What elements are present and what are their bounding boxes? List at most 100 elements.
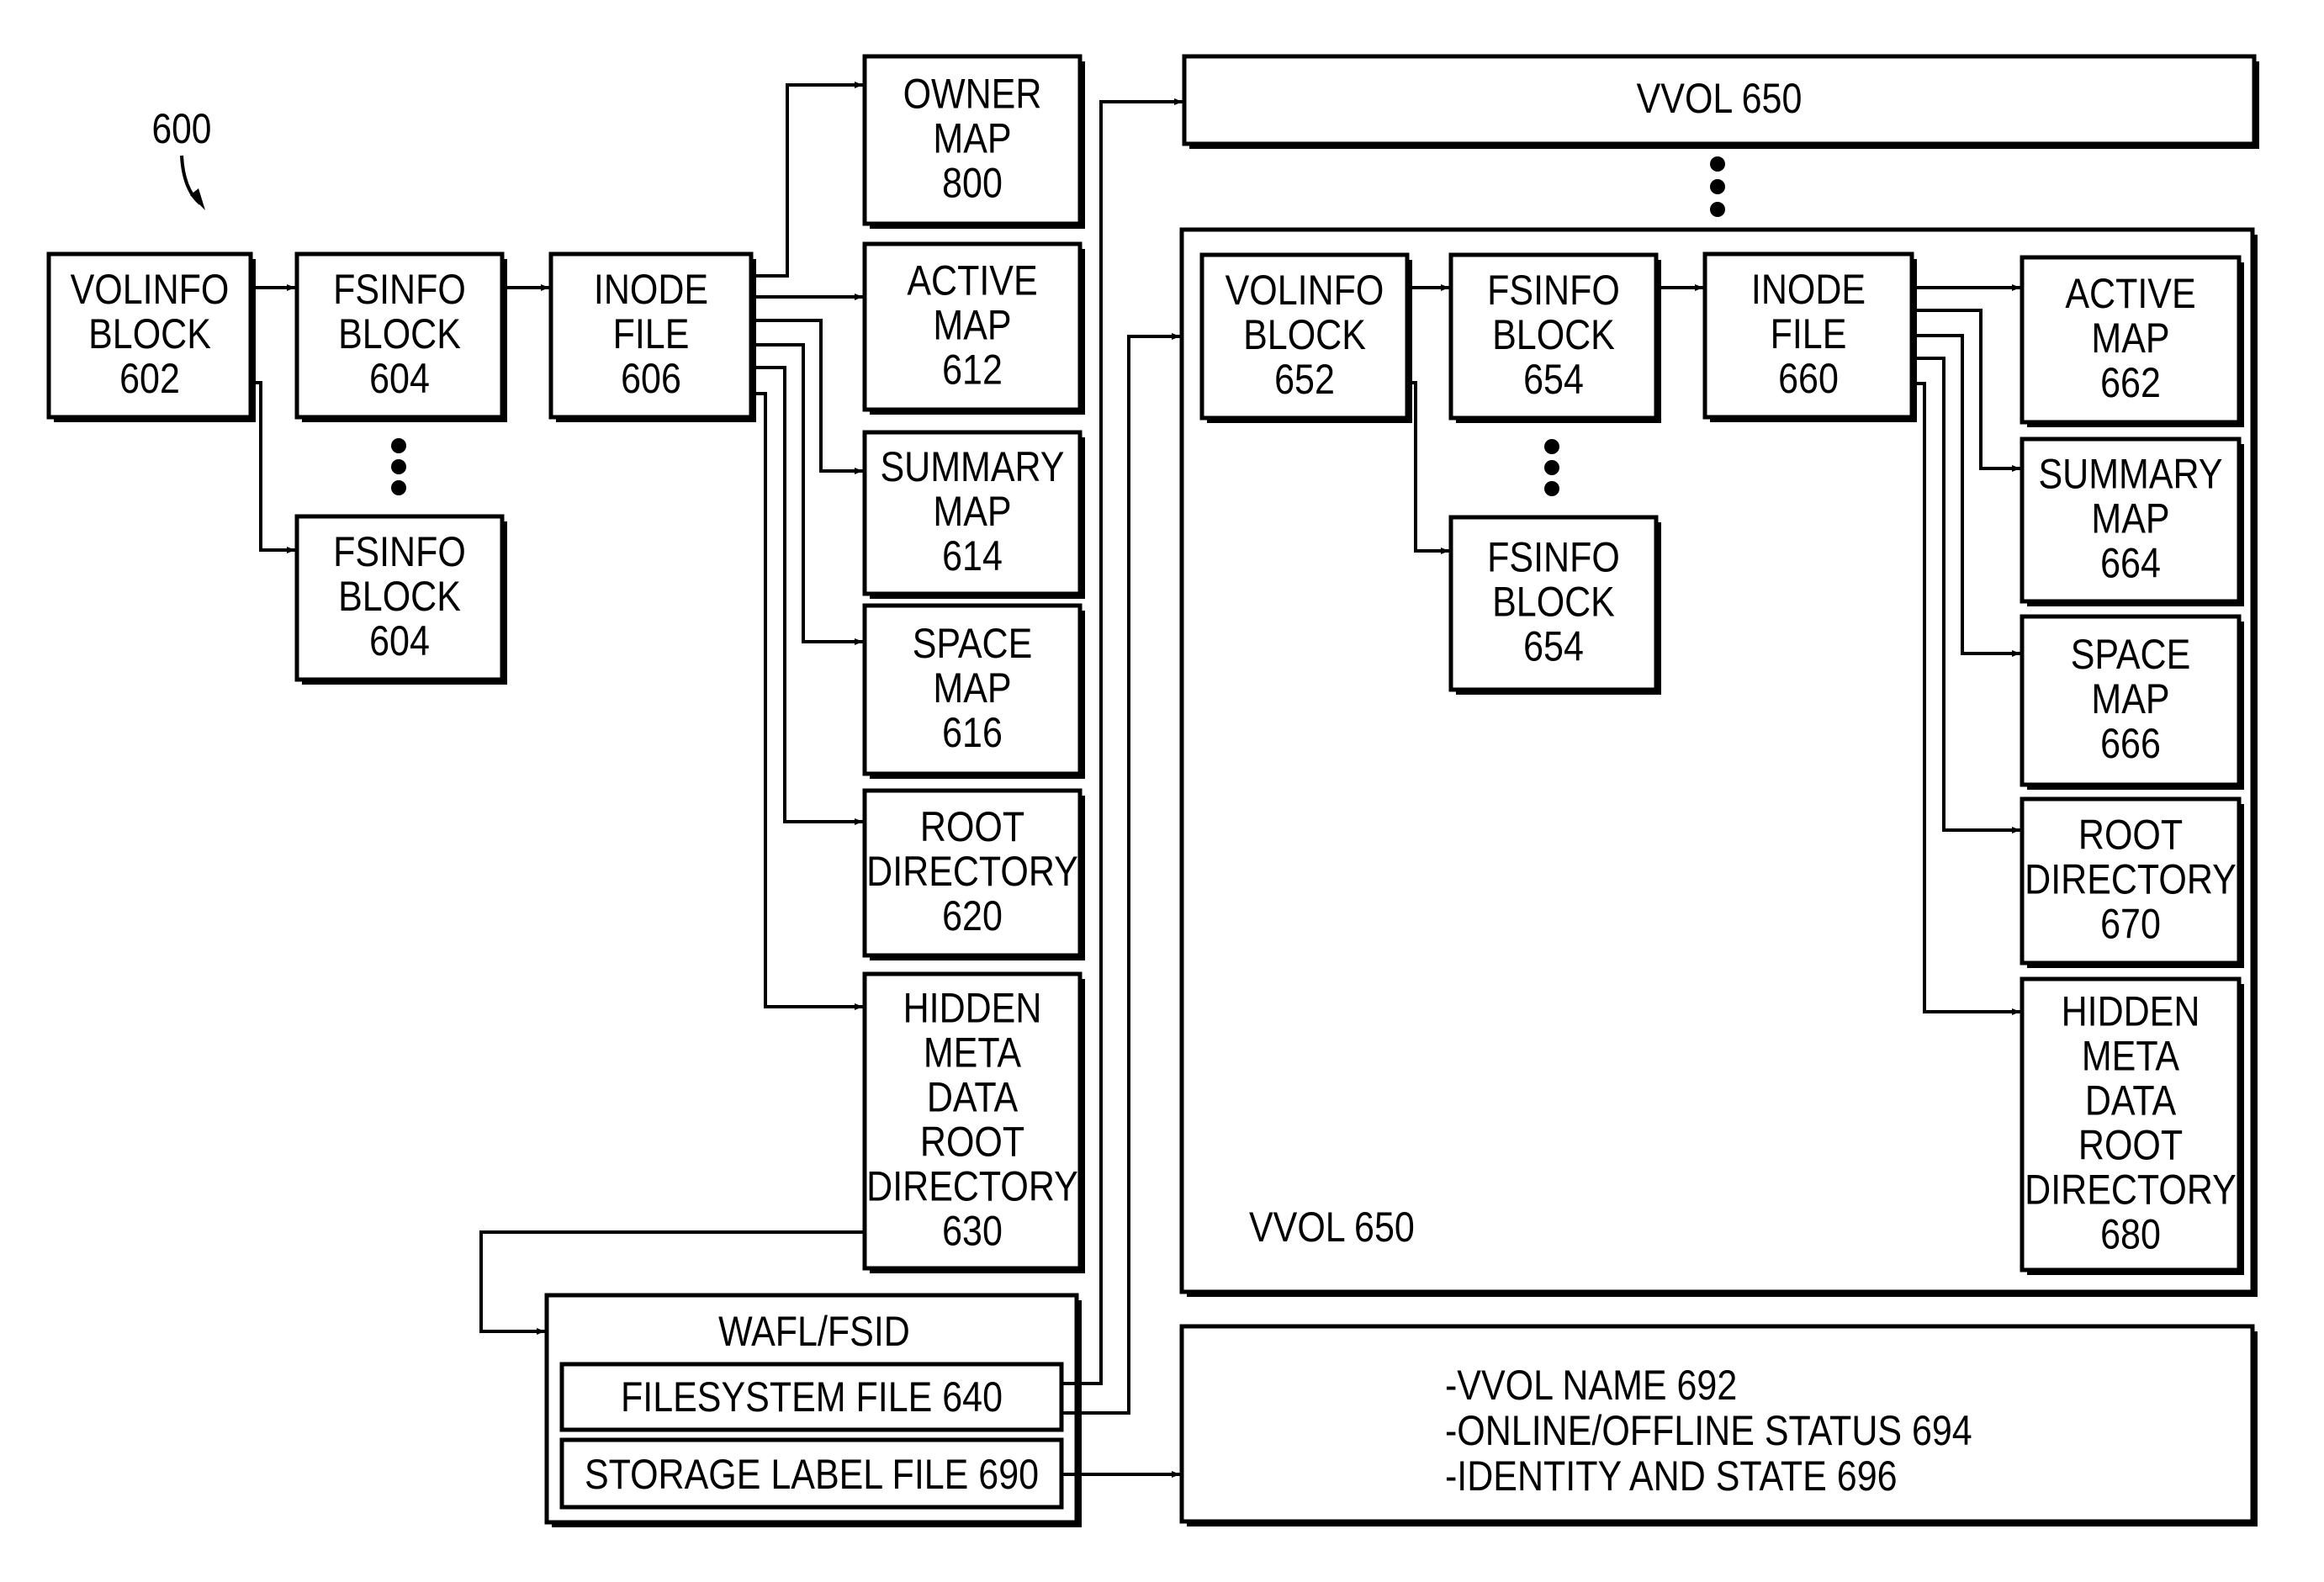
ellipsis-dot: [1710, 156, 1725, 172]
active-map-662-label-line: ACTIVE: [2065, 270, 2195, 317]
fsinfo-block-604-copy: FSINFOBLOCK604: [294, 514, 507, 685]
summary-map-614-label-line: MAP: [933, 488, 1011, 535]
inode-file-606-label-line: 606: [621, 355, 681, 402]
wafl-fsid-title: WAFL/FSID: [718, 1308, 910, 1355]
volinfo-block-602: VOLINFOBLOCK602: [46, 251, 256, 422]
fsinfo-block-654-copy-label-line: FSINFO: [1487, 533, 1620, 580]
space-map-616-label-line: SPACE: [913, 620, 1033, 667]
root-directory-620: ROOTDIRECTORY620: [862, 788, 1085, 960]
hidden-meta-data-root-directory-630-label-line: DIRECTORY: [866, 1162, 1078, 1209]
space-map-616-label-line: MAP: [933, 664, 1011, 712]
vvol-650-top-box: VVOL 650: [1182, 54, 2259, 149]
owner-map-800-label-line: OWNER: [903, 70, 1042, 117]
fsinfo-block-654-label-line: 654: [1523, 356, 1584, 403]
owner-map-800-label-line: MAP: [933, 114, 1011, 161]
fsinfo-block-654-copy-label-line: BLOCK: [1492, 578, 1615, 625]
inode-file-606-label-line: INODE: [594, 266, 708, 313]
vvol-diagram: 600 VOLINFOBLOCK602FSINFOBLOCK604FSINFOB…: [46, 54, 2259, 1527]
inode-file-660-label-line: FILE: [1771, 310, 1847, 357]
hidden-meta-data-root-directory-680-label-line: META: [2082, 1032, 2179, 1079]
vvol-650-top-label: VVOL 650: [1637, 75, 1803, 122]
arrow-606-to-620: [756, 366, 863, 825]
space-map-666-label-line: SPACE: [2071, 631, 2191, 678]
summary-map-614: SUMMARYMAP614: [862, 430, 1085, 599]
space-map-616-label-line: 616: [942, 709, 1003, 756]
space-map-666: SPACEMAP666: [2020, 614, 2244, 790]
hidden-meta-data-root-directory-630: HIDDENMETADATAROOTDIRECTORY630: [862, 971, 1085, 1273]
hidden-meta-data-root-directory-630-label-line: META: [924, 1029, 1021, 1076]
storage-label-file-690: STORAGE LABEL FILE 690: [585, 1451, 1039, 1498]
summary-map-664-label-line: 664: [2100, 539, 2161, 586]
summary-map-664-label-line: MAP: [2091, 495, 2169, 542]
fsinfo-block-604-copy-label-line: 604: [369, 617, 430, 664]
root-directory-620-label-line: ROOT: [920, 803, 1024, 850]
active-map-662-label-line: MAP: [2091, 315, 2169, 362]
ellipsis-dot: [1544, 439, 1559, 454]
volinfo-block-602-label-line: BLOCK: [88, 310, 211, 357]
fsinfo-block-654-label-line: BLOCK: [1492, 311, 1615, 358]
active-map-612-label-line: 612: [942, 346, 1003, 393]
root-directory-620-label-line: 620: [942, 892, 1003, 939]
label-info-line: -IDENTITY AND STATE 696: [1445, 1452, 1898, 1500]
ellipsis-dot: [1710, 202, 1725, 217]
fsinfo-block-654: FSINFOBLOCK654: [1448, 252, 1661, 423]
ellipsis-dot: [391, 438, 406, 453]
fsinfo-block-604-copy-label-line: FSINFO: [333, 528, 466, 575]
owner-map-800: OWNERMAP800: [862, 54, 1085, 229]
label-info-line: -ONLINE/OFFLINE STATUS 694: [1445, 1407, 1972, 1454]
fsinfo-block-654-label-line: FSINFO: [1487, 267, 1620, 314]
vvol-650-container-label: VVOL 650: [1249, 1204, 1415, 1251]
arrow-606-to-614: [756, 319, 863, 474]
arrow-606-to-616: [756, 343, 863, 645]
ellipsis-vvol-650: [1710, 156, 1725, 217]
active-map-662: ACTIVEMAP662: [2020, 255, 2244, 427]
summary-map-614-label-line: 614: [942, 532, 1003, 579]
ellipsis-dot: [1710, 179, 1725, 194]
ellipsis-dot: [391, 480, 406, 495]
inode-file-660-label-line: 660: [1778, 355, 1839, 402]
hidden-meta-data-root-directory-680-label-line: HIDDEN: [2062, 987, 2200, 1034]
storage-label-info-box: -VVOL NAME 692-ONLINE/OFFLINE STATUS 694…: [1179, 1324, 2258, 1526]
fsinfo-block-604-label-line: 604: [369, 355, 430, 402]
inode-file-606-label-line: FILE: [613, 310, 690, 357]
ellipsis-fsinfo-604: [391, 438, 406, 495]
fsinfo-block-654-copy-label-line: 654: [1523, 622, 1584, 669]
volinfo-block-652-label-line: VOLINFO: [1226, 267, 1384, 314]
volinfo-block-652-label-line: BLOCK: [1243, 311, 1366, 358]
arrow-606-to-630: [756, 392, 863, 1010]
fsinfo-block-604: FSINFOBLOCK604: [294, 251, 507, 422]
fsinfo-block-604-label-line: FSINFO: [333, 266, 466, 313]
fsinfo-block-654-copy: FSINFOBLOCK654: [1448, 515, 1661, 695]
space-map-666-label-line: MAP: [2091, 675, 2169, 722]
space-map-616: SPACEMAP616: [862, 603, 1085, 779]
active-map-612-label-line: MAP: [933, 301, 1011, 348]
volinfo-block-602-label-line: VOLINFO: [71, 266, 230, 313]
arrow-602-to-604-copy: [256, 381, 295, 553]
ellipsis-dot: [1544, 481, 1559, 496]
inode-file-660-label-line: INODE: [1751, 266, 1866, 313]
hidden-meta-data-root-directory-680-label-line: DIRECTORY: [2025, 1166, 2237, 1213]
root-directory-620-label-line: DIRECTORY: [866, 848, 1078, 895]
ellipsis-dot: [391, 459, 406, 474]
inode-file-660: INODEFILE660: [1702, 251, 1917, 422]
volinfo-block-652: VOLINFOBLOCK652: [1199, 252, 1412, 423]
figure-ref-label: 600: [152, 105, 212, 152]
hidden-meta-data-root-directory-680-label-line: ROOT: [2078, 1121, 2183, 1168]
volinfo-block-652-label-line: 652: [1274, 356, 1335, 403]
fsinfo-block-604-label-line: BLOCK: [338, 310, 461, 357]
root-directory-670-label-line: DIRECTORY: [2025, 855, 2237, 902]
summary-map-614-label-line: SUMMARY: [881, 443, 1065, 490]
owner-map-800-label-line: 800: [942, 159, 1003, 206]
root-directory-670-label-line: ROOT: [2078, 811, 2183, 858]
ellipsis-fsinfo-654: [1544, 439, 1559, 496]
inode-file-606: INODEFILE606: [548, 251, 756, 422]
hidden-meta-data-root-directory-680-label-line: DATA: [2085, 1077, 2176, 1124]
filesystem-file-640: FILESYSTEM FILE 640: [621, 1373, 1003, 1421]
hidden-meta-data-root-directory-680: HIDDENMETADATAROOTDIRECTORY680: [2020, 976, 2244, 1275]
root-directory-670-label-line: 670: [2100, 900, 2161, 947]
hidden-meta-data-root-directory-680-label-line: 680: [2100, 1210, 2161, 1257]
hidden-meta-data-root-directory-630-label-line: HIDDEN: [903, 984, 1042, 1031]
label-info-line: -VVOL NAME 692: [1445, 1362, 1737, 1409]
active-map-612: ACTIVEMAP612: [862, 241, 1085, 415]
wafl-fsid-box: WAFL/FSID FILESYSTEM FILE 640 STORAGE LABE…: [544, 1293, 1082, 1527]
